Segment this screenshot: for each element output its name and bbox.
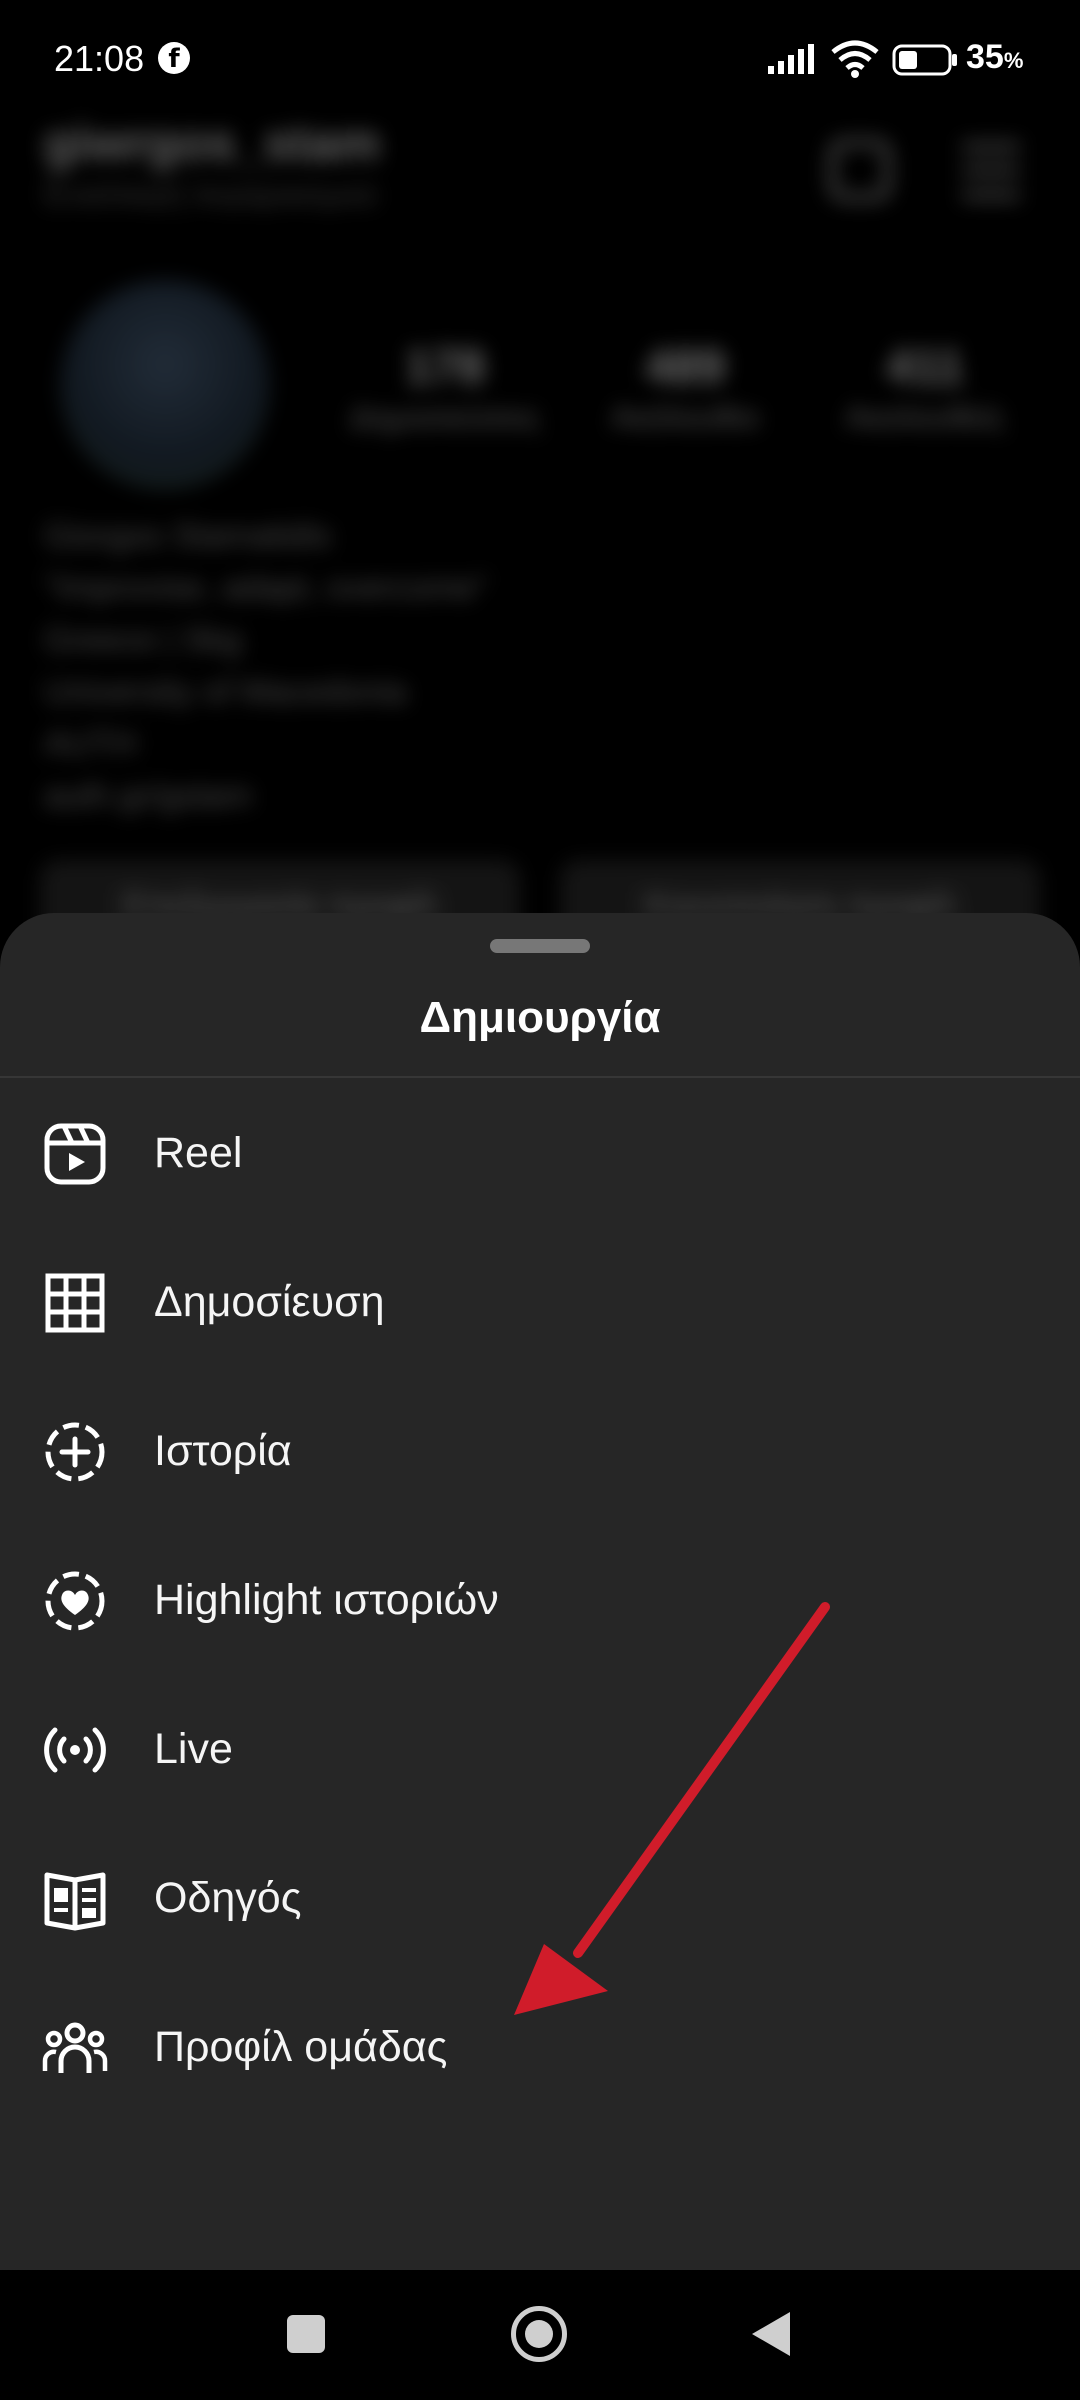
wifi-icon (831, 40, 879, 78)
hamburger-menu-icon (962, 144, 1020, 198)
account-switch-label: Εναλλαγή λογαριασμού (44, 176, 378, 212)
menu-item-label: Δημοσίευση (154, 1278, 385, 1326)
menu-item-reel[interactable]: Reel (0, 1079, 1080, 1227)
sheet-title: Δημιουργία (419, 993, 661, 1042)
create-bottom-sheet: Δημιουργία Reel Δημοσίευση Ιστορία Highl… (0, 913, 1080, 2270)
menu-item-story[interactable]: Ιστορία (0, 1377, 1080, 1525)
story-highlight-heart-icon (45, 1571, 105, 1631)
grid-post-icon (45, 1273, 105, 1333)
guide-book-icon (44, 1872, 106, 1931)
battery-percent: 35% (966, 38, 1024, 76)
group-profile-icon (42, 2022, 108, 2073)
navigation-bar (0, 2270, 1080, 2400)
battery-icon (892, 44, 957, 76)
status-bar: 21:08 f 35% (0, 0, 1080, 120)
signal-icon (768, 44, 814, 74)
live-broadcast-icon (44, 1727, 106, 1773)
menu-item-label: Οδηγός (154, 1874, 302, 1922)
story-add-icon (45, 1422, 105, 1482)
red-arrow-annotation (514, 1602, 830, 2015)
sheet-drag-handle[interactable] (490, 939, 590, 953)
menu-item-label: Highlight ιστοριών (154, 1576, 499, 1624)
create-plus-icon (830, 140, 890, 200)
profile-background: giwrgos_stam Εναλλαγή λογαριασμού 178 Δη… (0, 100, 1080, 960)
status-time: 21:08 (54, 38, 145, 79)
menu-item-post[interactable]: Δημοσίευση (0, 1228, 1080, 1376)
profile-username: giwrgos_stam (44, 115, 381, 171)
facebook-icon: f (158, 42, 190, 74)
profile-bio: Giorgos Stamatidis "Improvise, adapt, ov… (44, 517, 488, 815)
menu-item-label: Ιστορία (154, 1427, 292, 1475)
menu-item-label: Προφίλ ομάδας (154, 2023, 448, 2071)
reel-icon (44, 1123, 106, 1185)
back-button[interactable] (752, 2312, 790, 2356)
stat-posts: 178 Δημοσιεύσεις (349, 341, 541, 435)
stat-following: 411 Ακολουθείς (845, 341, 1005, 435)
recent-apps-button[interactable] (287, 2315, 325, 2353)
avatar (60, 280, 270, 490)
stat-followers: 489 Ακόλουθοι (611, 341, 759, 435)
divider (0, 1076, 1080, 1078)
menu-item-label: Reel (154, 1129, 243, 1177)
home-button[interactable] (511, 2306, 567, 2362)
menu-item-label: Live (154, 1725, 233, 1773)
